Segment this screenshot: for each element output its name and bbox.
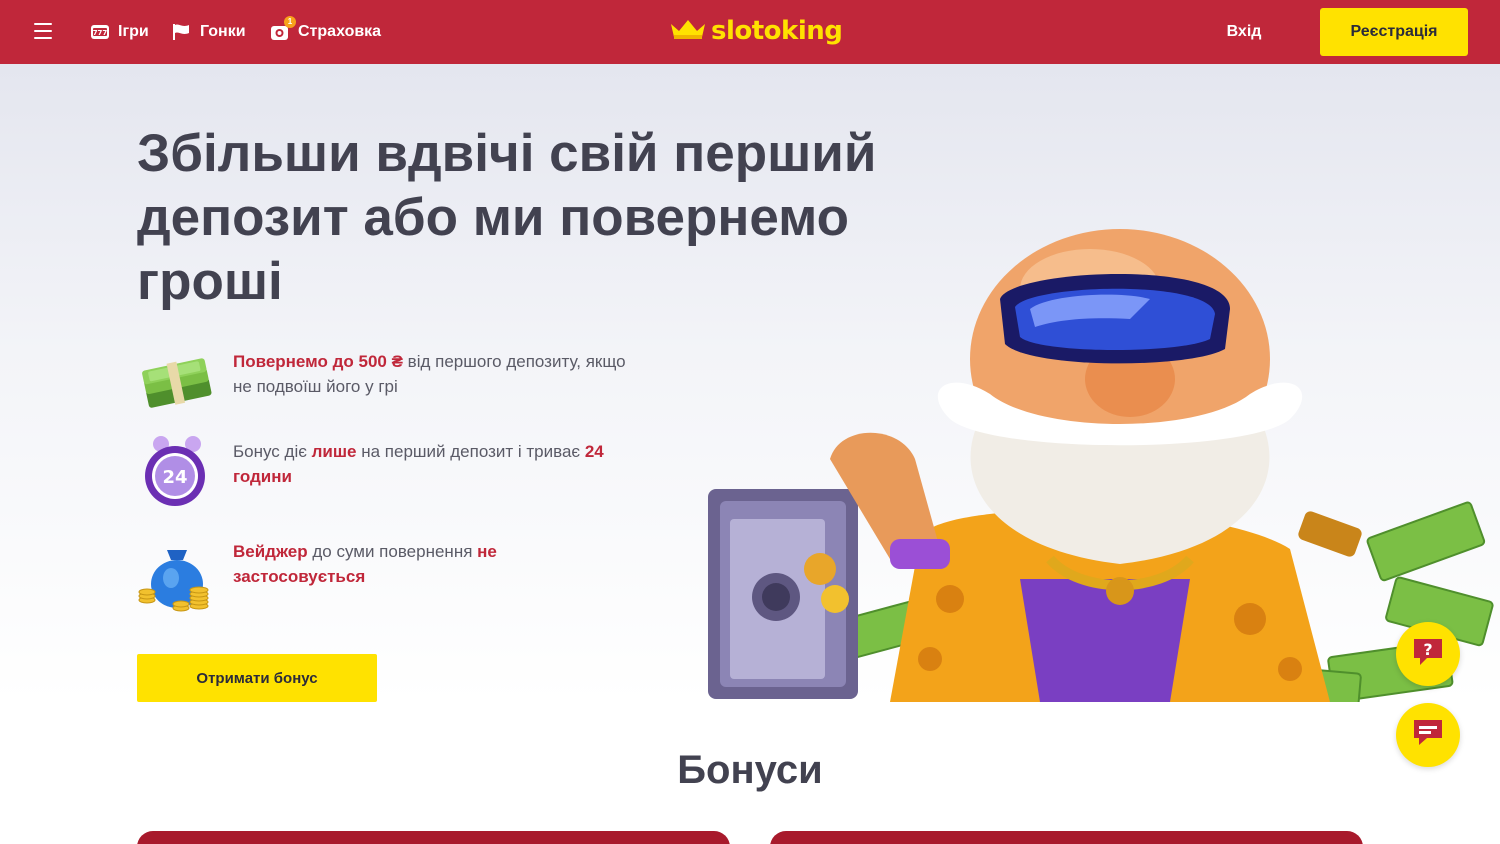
- svg-text:?: ?: [1423, 640, 1432, 659]
- nav-games[interactable]: 777 Ігри: [90, 18, 149, 46]
- king-mascot-illustration: [690, 219, 1500, 702]
- slotoking-logo[interactable]: slotoking: [669, 14, 843, 48]
- feature-highlight: лише: [311, 442, 357, 461]
- feature-highlight: Повернемо до 500 ₴: [233, 352, 403, 371]
- nav-games-label: Ігри: [118, 23, 149, 40]
- nav-races[interactable]: Гонки: [172, 18, 246, 46]
- nav-insurance-label: Страховка: [298, 23, 382, 40]
- feature-text-part: до суми повернення: [307, 542, 478, 561]
- bonus-card[interactable]: [770, 831, 1363, 844]
- login-link[interactable]: Вхід: [1212, 20, 1276, 44]
- slot-777-icon: 777: [90, 22, 110, 42]
- top-bar: 777 Ігри Гонки 1 Страховка slotoking Вхі…: [0, 0, 1500, 64]
- feature-highlight: Вейджер: [233, 542, 308, 561]
- alarm-clock-24-icon: 24: [137, 434, 217, 514]
- nav-races-label: Гонки: [200, 23, 246, 40]
- insurance-icon: 1: [270, 16, 296, 42]
- feature-refund: Повернемо до 500 ₴ від першого депозиту,…: [137, 344, 657, 424]
- feature-wager: Вейджер до суми повернення не застосовує…: [137, 534, 657, 614]
- feature-duration-text: Бонус діє лише на перший депозит і трива…: [233, 439, 633, 489]
- money-stack-icon: [137, 344, 217, 424]
- money-bag-coins-icon: [137, 534, 217, 614]
- feature-duration: 24 Бонус діє лише на перший депозит і тр…: [137, 434, 657, 514]
- feature-text-part: Бонус діє: [233, 442, 312, 461]
- feature-refund-text: Повернемо до 500 ₴ від першого депозиту,…: [233, 349, 633, 399]
- register-button[interactable]: Реєстрація: [1320, 8, 1468, 56]
- nav-insurance[interactable]: 1 Страховка: [270, 16, 382, 46]
- help-button[interactable]: ?: [1396, 622, 1460, 686]
- crown-icon: [669, 18, 707, 45]
- bonuses-heading: Бонуси: [677, 748, 823, 792]
- svg-text:777: 777: [93, 29, 108, 37]
- logo-wordmark: slotoking: [711, 16, 843, 46]
- race-flag-icon: [172, 22, 192, 42]
- insurance-badge: 1: [284, 16, 296, 28]
- feature-text-part: на перший депозит і триває: [356, 442, 585, 461]
- hero-section: Збільши вдвічі свій перший депозит або м…: [0, 64, 1500, 702]
- menu-icon[interactable]: [34, 23, 52, 39]
- clock-label: 24: [162, 467, 187, 488]
- get-bonus-button[interactable]: Отримати бонус: [137, 654, 377, 702]
- feature-wager-text: Вейджер до суми повернення не застосовує…: [233, 539, 633, 589]
- question-bubble-icon: ?: [1411, 636, 1445, 673]
- bonus-card[interactable]: [137, 831, 730, 844]
